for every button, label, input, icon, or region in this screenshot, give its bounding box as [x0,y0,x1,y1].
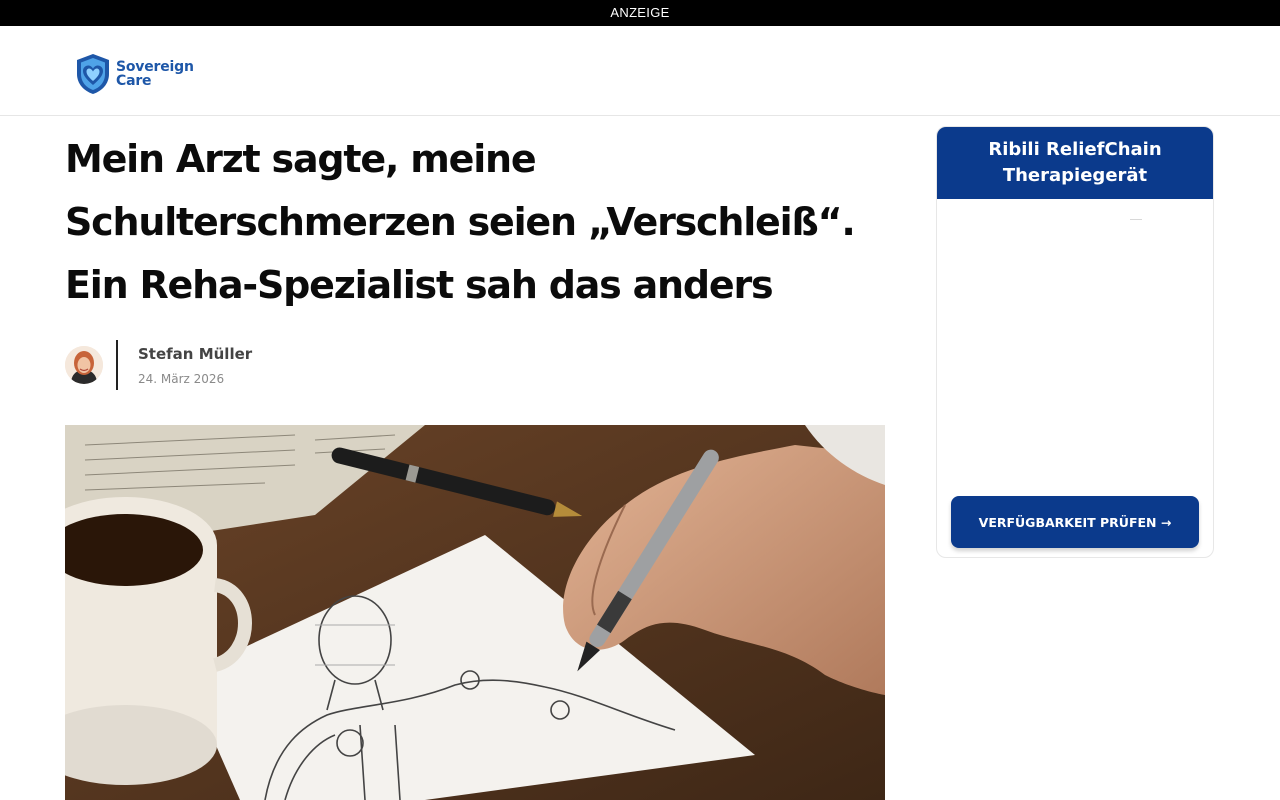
logo-line1: Sovereign [116,59,194,75]
sidebar-product-card: Ribili ReliefChain Therapiegerät VERFÜGB… [936,126,1214,558]
logo-line2: Care [116,73,152,89]
hero-image [65,425,885,800]
author-name[interactable]: Stefan Müller [138,345,252,363]
site-header: Sovereign Care [0,26,1280,116]
ad-banner: ANZEIGE [0,0,1280,26]
author-meta: Stefan Müller 24. März 2026 [138,345,252,386]
logo-wordmark: Sovereign Care [116,60,194,88]
heart-shield-icon [77,54,109,94]
headline-line: Schulterschmerzen seien „Verschleiß“. [65,200,856,244]
image-placeholder-mark [1130,219,1142,220]
publish-date: 24. März 2026 [138,371,225,386]
headline-line: Mein Arzt sagte, meine [65,137,537,181]
check-availability-button[interactable]: VERFÜGBARKEIT PRÜFEN → [951,496,1199,548]
product-title: Ribili ReliefChain Therapiegerät [937,127,1213,199]
author-byline: Stefan Müller 24. März 2026 [65,340,252,390]
author-avatar [65,346,103,384]
ad-label: ANZEIGE [610,5,670,20]
article-headline: Mein Arzt sagte, meine Schulterschmerzen… [65,128,895,317]
site-logo[interactable]: Sovereign Care [74,52,194,96]
byline-divider [116,340,118,390]
headline-line: Ein Reha-Spezialist sah das anders [65,263,774,307]
